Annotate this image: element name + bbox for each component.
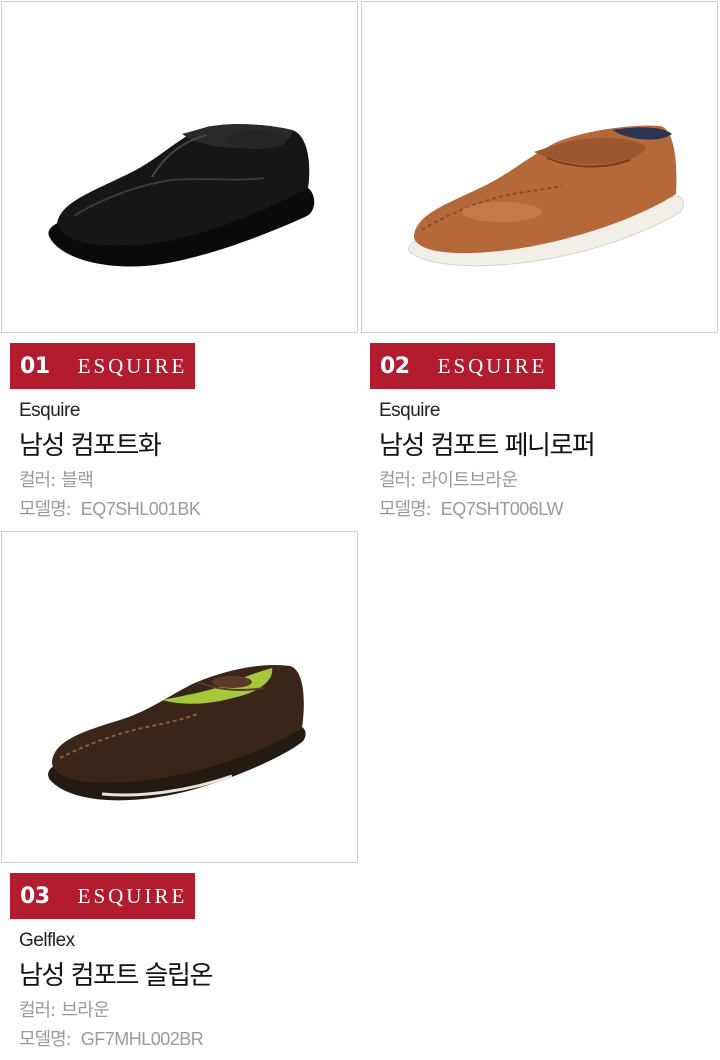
product-model: 모델명: EQ7SHT006LW	[379, 495, 563, 521]
brand-name: Esquire	[379, 400, 440, 421]
product-number: 02	[380, 353, 410, 379]
brand-logo: ESQUIRE	[437, 353, 548, 378]
product-name[interactable]: 남성 컴포트 슬립온	[19, 955, 213, 992]
product-image[interactable]	[1, 531, 358, 863]
product-badge: 02 ESQUIRE	[370, 343, 555, 389]
shoe-image-brown-slip-on	[48, 664, 306, 801]
color-value: 브라운	[61, 1000, 110, 1020]
model-label: 모델명:	[19, 1029, 72, 1050]
brand-logo: ESQUIRE	[77, 353, 188, 378]
brand-name: Esquire	[19, 400, 80, 421]
shoe-image-brown-penny-loafer	[408, 125, 685, 267]
product-badge: 01 ESQUIRE	[10, 343, 195, 389]
color-label: 컬러:	[379, 470, 416, 491]
shoe-image-black-comfort	[48, 124, 315, 267]
brand-name: Gelflex	[19, 930, 75, 951]
model-value: EQ7SHL001BK	[80, 499, 201, 519]
product-number: 01	[20, 353, 50, 379]
product-color: 컬러: 브라운	[19, 996, 110, 1022]
product-color: 컬러: 라이트브라운	[379, 466, 518, 492]
color-value: 블랙	[61, 470, 94, 490]
color-value: 라이트브라운	[421, 470, 518, 490]
brand-logo: ESQUIRE	[77, 883, 188, 908]
product-color: 컬러: 블랙	[19, 466, 94, 492]
model-value: GF7MHL002BR	[80, 1029, 204, 1049]
product-number: 03	[20, 883, 50, 909]
product-model: 모델명: GF7MHL002BR	[19, 1025, 204, 1051]
color-label: 컬러:	[19, 470, 56, 491]
product-badge: 03 ESQUIRE	[10, 873, 195, 919]
model-value: EQ7SHT006LW	[440, 499, 564, 519]
product-name[interactable]: 남성 컴포트화	[19, 425, 162, 462]
model-label: 모델명:	[379, 499, 432, 520]
color-label: 컬러:	[19, 1000, 56, 1021]
product-model: 모델명: EQ7SHL001BK	[19, 495, 201, 521]
product-image[interactable]	[1, 1, 358, 333]
product-image[interactable]	[361, 1, 718, 333]
product-name[interactable]: 남성 컴포트 페니로퍼	[379, 425, 596, 462]
model-label: 모델명:	[19, 499, 72, 520]
